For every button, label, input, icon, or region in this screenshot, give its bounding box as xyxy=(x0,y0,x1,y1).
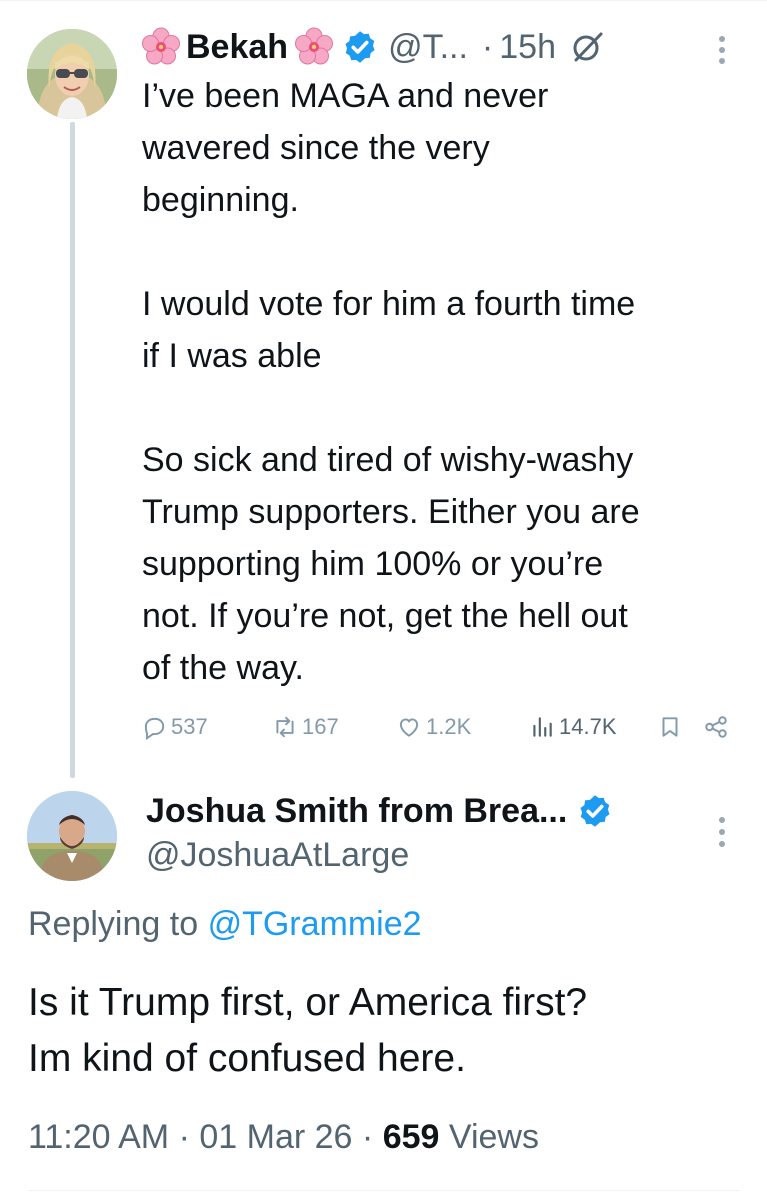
share-icon xyxy=(705,716,727,738)
verified-badge-icon xyxy=(577,793,613,829)
more-options-icon[interactable] xyxy=(716,815,728,849)
tweet-header: Bekah @T... · 15h xyxy=(141,24,604,70)
avatar[interactable] xyxy=(27,791,117,881)
avatar[interactable] xyxy=(27,29,117,119)
flower-icon xyxy=(141,27,181,67)
retweet-button[interactable]: 167 xyxy=(272,710,339,744)
reply-time[interactable]: 11:20 AM xyxy=(28,1118,169,1156)
author-handle[interactable]: @T... xyxy=(388,28,468,67)
author-name[interactable]: Bekah xyxy=(186,28,288,67)
reply-count: 537 xyxy=(171,714,208,739)
reply-icon xyxy=(144,717,165,740)
reply-text: Is it Trump first, or America first? Im … xyxy=(28,981,588,1080)
views-count: 14.7K xyxy=(559,714,617,739)
verified-badge-icon xyxy=(342,29,378,65)
bottom-divider xyxy=(28,1190,740,1191)
dot-separator: · xyxy=(178,1118,190,1156)
reply-metadata: 11:20 AM · 01 Mar 26 · 659 Views xyxy=(28,1118,539,1157)
like-count: 1.2K xyxy=(426,714,472,739)
dot-separator: · xyxy=(361,1118,374,1156)
views-button[interactable]: 14.7K xyxy=(529,710,617,744)
reply-date[interactable]: 01 Mar 26 xyxy=(199,1118,352,1156)
retweet-count: 167 xyxy=(302,714,339,739)
bookmark-button[interactable] xyxy=(657,710,687,744)
reply-author-name-row: Joshua Smith from Brea... xyxy=(146,788,613,834)
retweet-icon xyxy=(276,716,294,738)
flower-icon xyxy=(294,27,334,67)
share-button[interactable] xyxy=(703,710,733,744)
reply-author-handle[interactable]: @JoshuaAtLarge xyxy=(146,836,409,875)
like-button[interactable]: 1.2K xyxy=(396,710,471,744)
dot-separator: · xyxy=(481,27,494,66)
grok-icon[interactable] xyxy=(570,30,604,64)
tweet-timestamp[interactable]: 15h xyxy=(499,28,556,67)
reply-views-label: Views xyxy=(448,1118,539,1156)
reply-views-count[interactable]: 659 xyxy=(383,1118,440,1156)
replying-to: Replying to @TGrammie2 xyxy=(28,905,422,944)
tweet-actions: 537 167 1.2K 14.7K xyxy=(141,710,741,744)
more-options-icon[interactable] xyxy=(716,34,728,66)
bookmark-icon xyxy=(662,717,678,737)
thread-connector-line xyxy=(70,122,75,778)
top-divider xyxy=(0,0,767,6)
reply-author-name[interactable]: Joshua Smith from Brea... xyxy=(146,792,567,831)
heart-icon xyxy=(399,718,419,737)
tweet-text: I’ve been MAGA and never wavered since t… xyxy=(142,77,640,687)
replying-to-label: Replying to xyxy=(28,905,199,943)
analytics-icon xyxy=(533,717,552,737)
reply-button[interactable]: 537 xyxy=(141,710,208,744)
replying-to-mention[interactable]: @TGrammie2 xyxy=(208,905,422,943)
